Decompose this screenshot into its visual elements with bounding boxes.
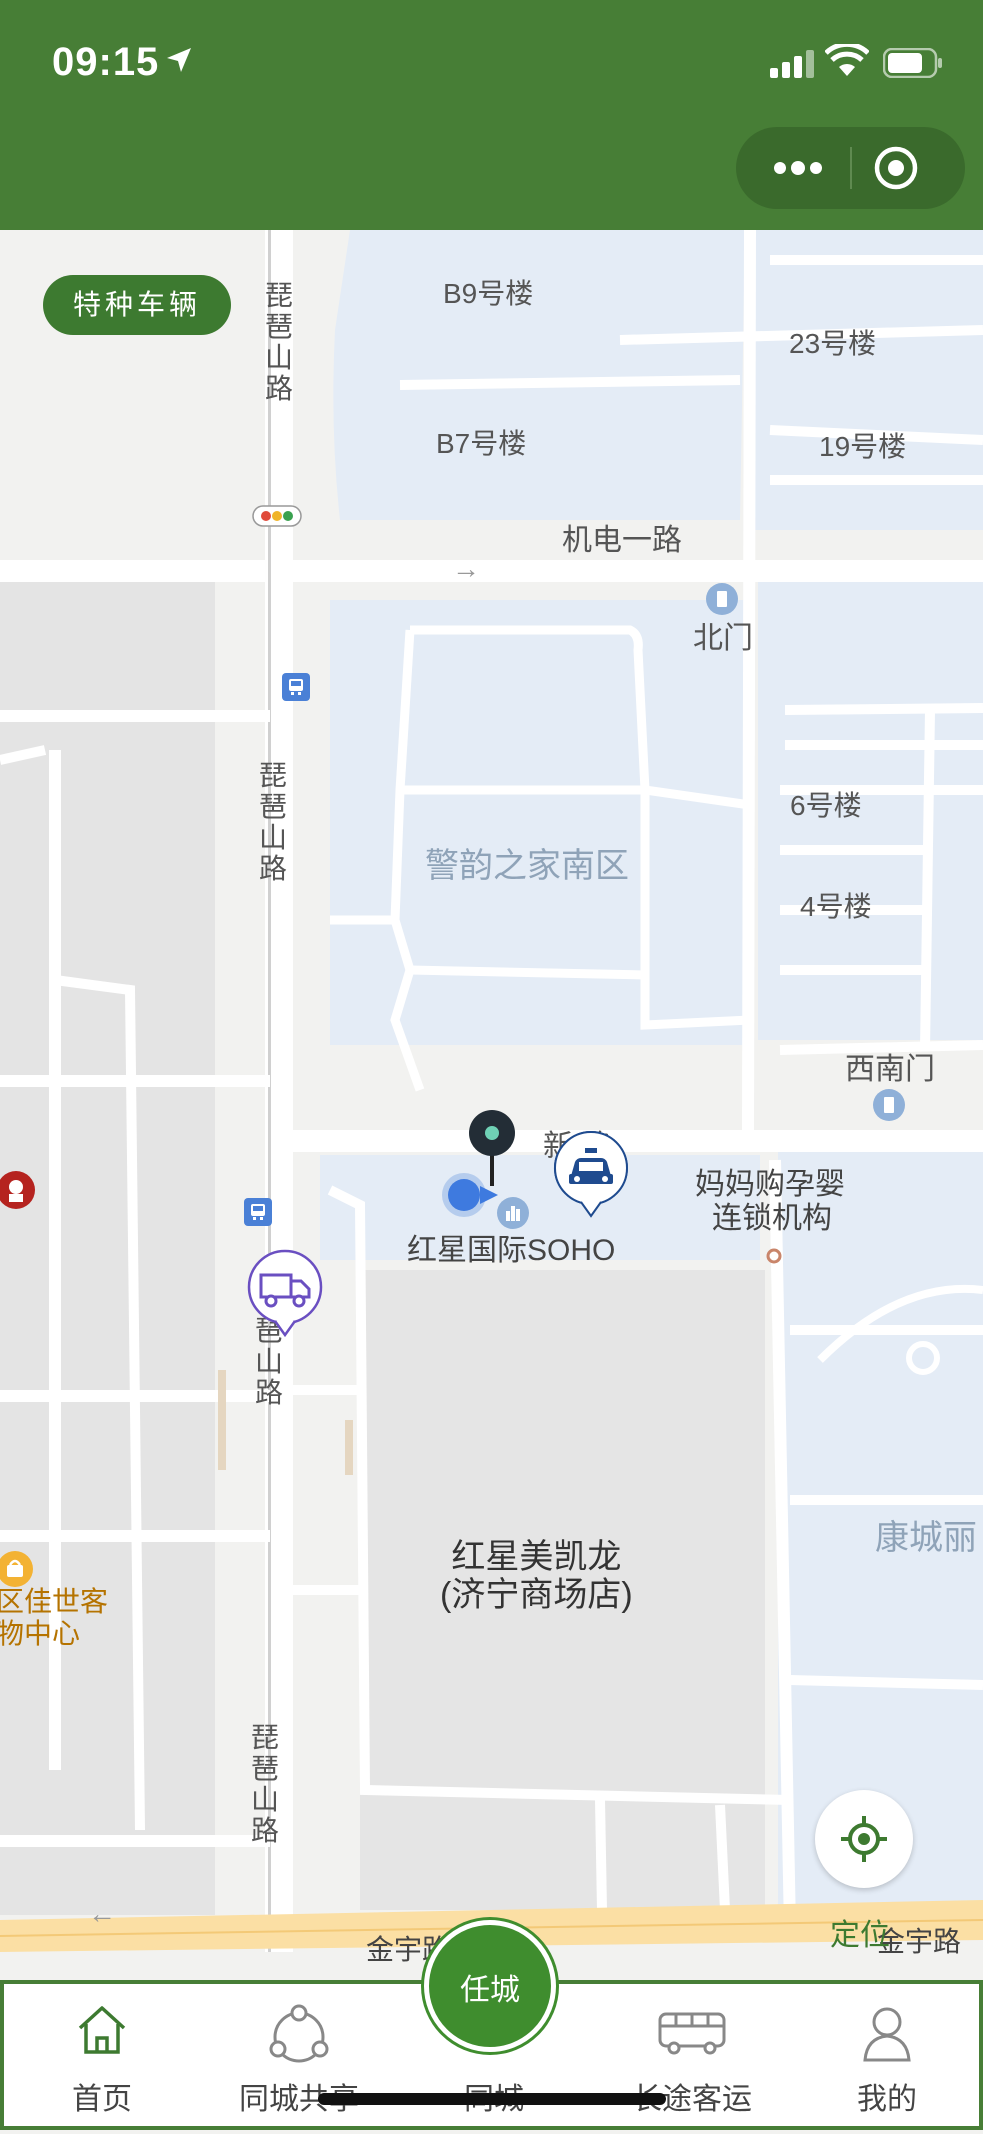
truck-marker-icon[interactable] bbox=[245, 1247, 325, 1337]
poi-label: 连锁机构 bbox=[712, 1202, 832, 1235]
header-bar: 09:15 bbox=[0, 0, 983, 230]
bus-stop-icon bbox=[244, 1198, 272, 1226]
home-icon bbox=[78, 2006, 126, 2054]
building-label: 4号楼 bbox=[800, 891, 872, 922]
shopping-icon bbox=[0, 1551, 33, 1587]
direction-arrow: → bbox=[452, 553, 480, 584]
poi-label-line: 物中心 bbox=[0, 1618, 81, 1649]
road-label: 琵琶山路 bbox=[264, 280, 293, 404]
more-dots-icon[interactable] bbox=[768, 152, 828, 184]
home-indicator bbox=[318, 2093, 666, 2105]
road-label: 琵琶山路 bbox=[258, 760, 287, 884]
community-label: 康城丽 bbox=[875, 1519, 977, 1557]
gate-label: 北门 bbox=[693, 622, 753, 655]
mall-label-line: (济宁商场店) bbox=[440, 1576, 633, 1614]
gate-icon bbox=[873, 1089, 905, 1121]
direction-arrow: ← bbox=[88, 1898, 116, 1929]
battery-icon bbox=[883, 48, 942, 78]
share-cycle-icon bbox=[269, 2004, 329, 2063]
tab-share[interactable]: 同城共享 bbox=[219, 1984, 379, 2134]
cellular-signal-icon bbox=[770, 50, 814, 78]
target-icon[interactable] bbox=[872, 144, 920, 192]
mall-label-line: 红星美凯龙 bbox=[451, 1538, 622, 1576]
taxi-marker-icon[interactable] bbox=[551, 1128, 631, 1218]
gate-icon bbox=[706, 583, 738, 615]
road-label: 机电一路 bbox=[562, 524, 682, 557]
restaurant-icon bbox=[0, 1171, 35, 1209]
building-label: B9号楼 bbox=[443, 278, 534, 309]
crosshair-icon bbox=[841, 1816, 887, 1862]
poi-label: 妈妈购孕婴 bbox=[695, 1168, 845, 1201]
tab-home-label: 首页 bbox=[72, 2083, 132, 2116]
wifi-icon bbox=[825, 44, 869, 76]
special-vehicle-button[interactable]: 特种车辆 bbox=[43, 275, 231, 335]
tab-mine[interactable]: 我的 bbox=[807, 1984, 967, 2134]
current-location-icon bbox=[442, 1173, 498, 1217]
map-base bbox=[0, 230, 983, 1980]
bus-icon bbox=[658, 2012, 726, 2055]
community-label: 警韵之家南区 bbox=[425, 847, 629, 885]
tab-mine-label: 我的 bbox=[857, 2083, 917, 2116]
locate-label: 定位 bbox=[830, 1919, 890, 1952]
mini-program-capsule bbox=[736, 127, 965, 209]
poi-label: 红星国际SOHO bbox=[407, 1234, 616, 1267]
status-time: 09:15 bbox=[52, 40, 160, 84]
building-label: 19号楼 bbox=[819, 431, 907, 462]
center-city-button[interactable]: 任城 bbox=[424, 1920, 556, 2052]
locate-button[interactable] bbox=[815, 1790, 913, 1888]
poi-label-line: 区佳世客 bbox=[0, 1586, 109, 1617]
building-label: 6号楼 bbox=[790, 790, 862, 821]
tab-long-distance[interactable]: 长途客运 bbox=[612, 1984, 772, 2134]
map-view[interactable]: B9号楼 B7号楼 23号楼 19号楼 6号楼 4号楼 琵琶山路 琵琶山路 琶山… bbox=[0, 230, 983, 1980]
mall-label: 红星美凯龙 (济宁商场店) bbox=[440, 1538, 633, 1614]
traffic-light-icon bbox=[252, 505, 302, 527]
poi-label: 区佳世客 物中心 bbox=[0, 1586, 108, 1650]
building-label: 23号楼 bbox=[789, 328, 877, 359]
poi-dot-icon bbox=[766, 1248, 782, 1264]
road-label: 琵琶山路 bbox=[250, 1722, 279, 1846]
building-label: B7号楼 bbox=[436, 428, 527, 459]
user-icon bbox=[863, 2007, 911, 2062]
location-arrow-icon bbox=[167, 48, 191, 72]
gate-label: 西南门 bbox=[845, 1053, 935, 1086]
bus-stop-icon bbox=[282, 673, 310, 701]
tab-home[interactable]: 首页 bbox=[22, 1984, 182, 2134]
capsule-divider bbox=[850, 147, 852, 189]
